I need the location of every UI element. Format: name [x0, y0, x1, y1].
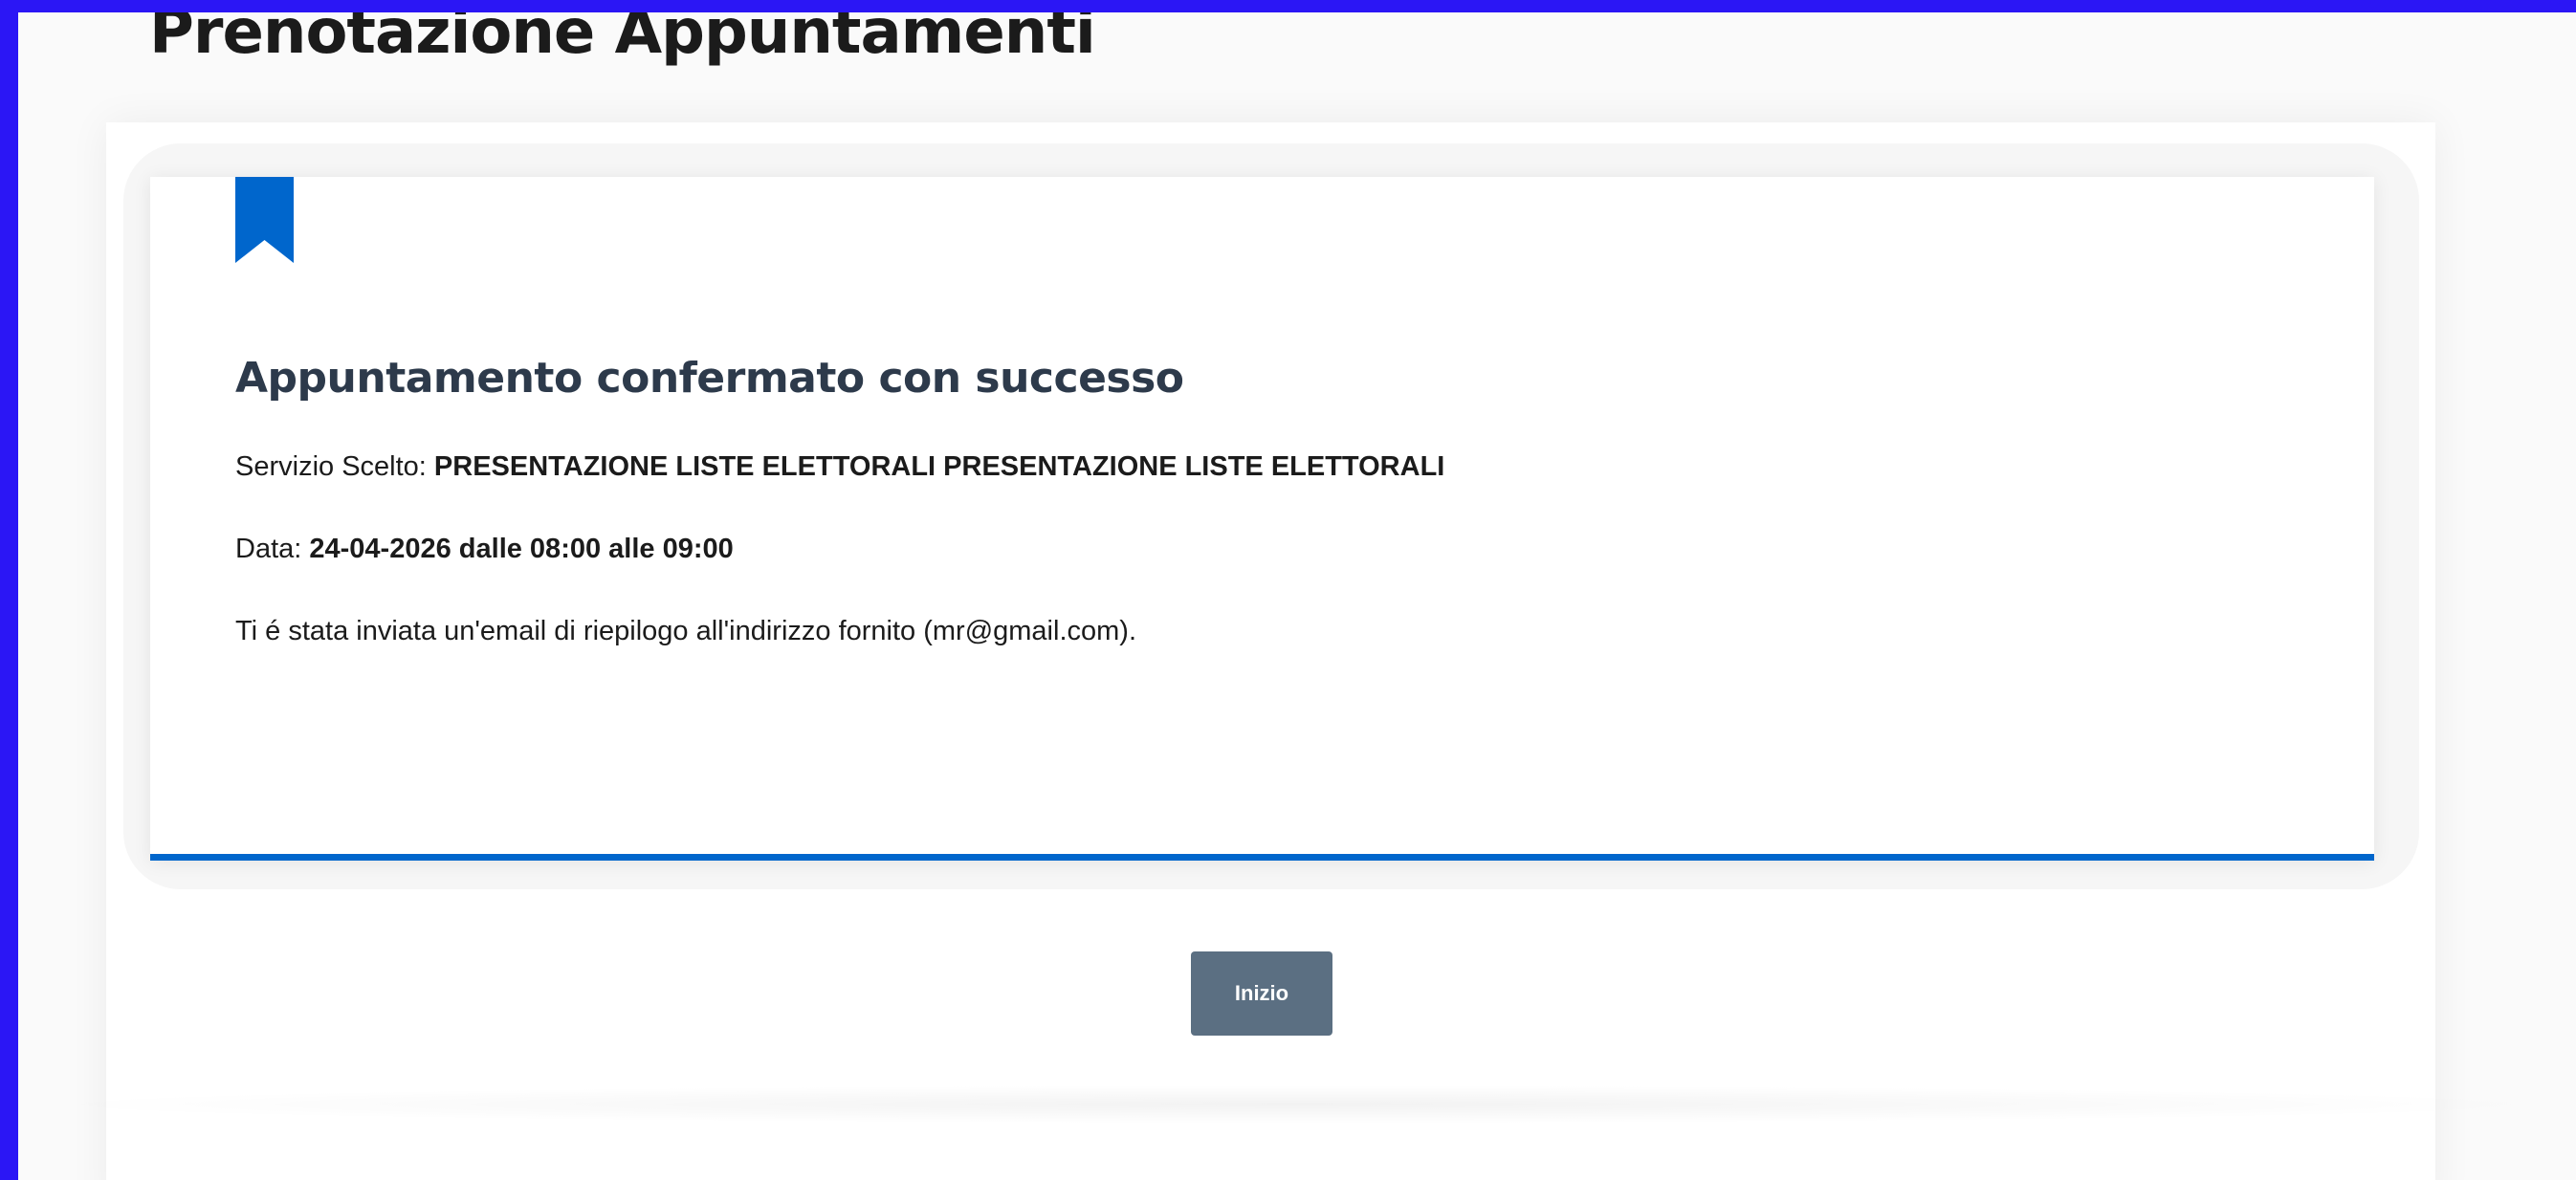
home-button[interactable]: Inizio — [1191, 951, 1332, 1036]
page-container: Prenotazione Appuntamenti Appuntamento c… — [18, 12, 2576, 1180]
bookmark-icon — [235, 177, 294, 263]
confirmation-card: Appuntamento confermato con successo Ser… — [150, 177, 2374, 861]
date-info: Data: 24-04-2026 dalle 08:00 alle 09:00 — [235, 534, 734, 565]
service-label: Servizio Scelto: — [235, 451, 427, 482]
date-value: 24-04-2026 dalle 08:00 alle 09:00 — [309, 534, 734, 564]
confirmation-title: Appuntamento confermato con successo — [235, 354, 1184, 403]
email-summary-message: Ti é stata inviata un'email di riepilogo… — [235, 616, 1137, 646]
service-value: PRESENTAZIONE LISTE ELETTORALI PRESENTAZ… — [433, 451, 1445, 482]
section-divider — [18, 1085, 2576, 1124]
service-info: Servizio Scelto: PRESENTAZIONE LISTE ELE… — [235, 451, 1444, 483]
page-title: Prenotazione Appuntamenti — [149, 12, 1096, 68]
date-label: Data: — [235, 534, 302, 564]
